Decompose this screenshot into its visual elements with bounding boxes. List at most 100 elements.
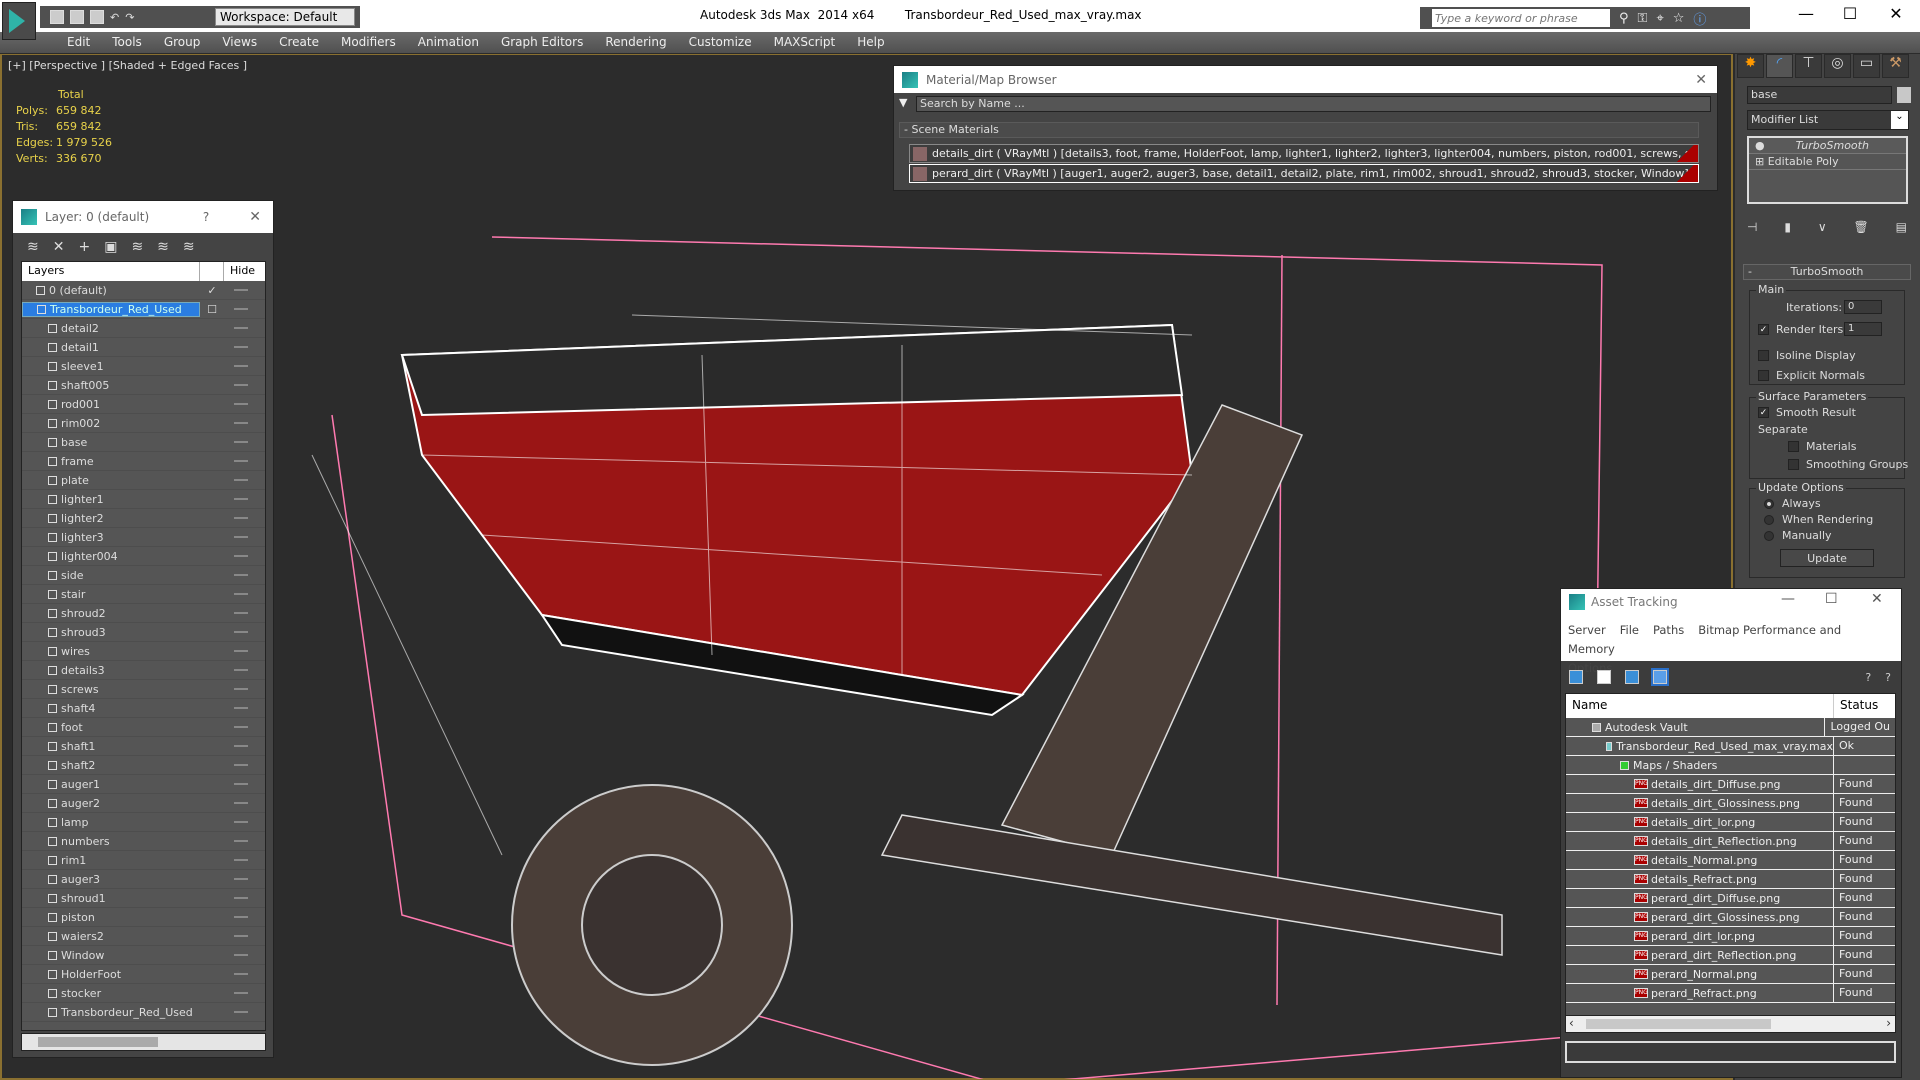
menu-rendering[interactable]: Rendering — [594, 32, 677, 53]
layer-row[interactable]: lighter2 — [22, 509, 265, 528]
modifier-list-dropdown[interactable]: Modifier List ⌄ — [1747, 110, 1909, 130]
hide-toggle[interactable] — [234, 612, 248, 614]
menu-graph-editors[interactable]: Graph Editors — [490, 32, 594, 53]
list-view-icon[interactable] — [1597, 670, 1611, 684]
hide-toggle[interactable] — [234, 878, 248, 880]
hide-toggle[interactable] — [234, 764, 248, 766]
menu-group[interactable]: Group — [153, 32, 212, 53]
menu-customize[interactable]: Customize — [678, 32, 763, 53]
layer-row[interactable]: stocker — [22, 984, 265, 1003]
hide-toggle[interactable] — [234, 498, 248, 500]
create-tab-icon[interactable]: ✸ — [1737, 54, 1764, 78]
key-icon[interactable]: ⚿ — [1638, 11, 1648, 26]
iterations-spinner[interactable]: 0 — [1844, 300, 1882, 314]
object-color-swatch[interactable] — [1897, 87, 1911, 103]
close-icon[interactable]: ✕ — [1695, 72, 1707, 88]
layer-row[interactable]: shaft005 — [22, 376, 265, 395]
isoline-display-checkbox[interactable]: Isoline Display — [1758, 349, 1856, 362]
asset-menu-bitmap[interactable]: Bitmap Performance and Memory — [1568, 623, 1841, 656]
make-unique-icon[interactable]: ∨ — [1818, 220, 1827, 234]
asset-row[interactable]: Transbordeur_Red_Used_max_vray.max Ok — [1566, 737, 1895, 756]
hide-toggle[interactable] — [234, 365, 248, 367]
explicit-normals-checkbox[interactable]: Explicit Normals — [1758, 369, 1865, 382]
maximize-button[interactable]: ☐ — [1830, 4, 1870, 23]
layer-row[interactable]: lighter004 — [22, 547, 265, 566]
smoothing-groups-checkbox[interactable]: Smoothing Groups — [1788, 458, 1908, 471]
hide-toggle[interactable] — [234, 593, 248, 595]
layer-row[interactable]: sleeve1 — [22, 357, 265, 376]
layer-row[interactable]: details3 — [22, 661, 265, 680]
pin-stack-icon[interactable]: ⊣ — [1747, 220, 1757, 234]
menu-animation[interactable]: Animation — [407, 32, 490, 53]
when-rendering-radio[interactable]: When Rendering — [1764, 513, 1873, 526]
close-button[interactable]: ✕ — [1871, 591, 1883, 607]
layer-row[interactable]: shroud1 — [22, 889, 265, 908]
configure-sets-icon[interactable]: ▤ — [1896, 220, 1907, 234]
layer-row[interactable]: shaft1 — [22, 737, 265, 756]
hide-toggle[interactable] — [234, 631, 248, 633]
hide-toggle[interactable] — [234, 935, 248, 937]
layer-row[interactable]: side — [22, 566, 265, 585]
close-icon[interactable]: ✕ — [249, 209, 261, 225]
layer-row[interactable]: auger1 — [22, 775, 265, 794]
asset-row[interactable]: PNG details_dirt_Reflection.png Found — [1566, 832, 1895, 851]
layer-row[interactable]: Transbordeur_Red_Used — [22, 1003, 265, 1022]
remove-modifier-icon[interactable]: 🗑 — [1854, 220, 1869, 234]
hide-toggle[interactable] — [234, 650, 248, 652]
thumbnail-view-icon[interactable] — [1625, 670, 1639, 684]
layer-row[interactable]: piston — [22, 908, 265, 927]
layer-row[interactable]: lighter1 — [22, 490, 265, 509]
hide-toggle[interactable] — [234, 574, 248, 576]
stack-item-turbosmooth[interactable]: ● TurboSmooth — [1749, 138, 1906, 154]
menu-edit[interactable]: Edit — [56, 32, 101, 53]
asset-menu-file[interactable]: File — [1620, 623, 1639, 637]
expand-icon[interactable]: ⊞ — [1755, 155, 1768, 168]
layer-row[interactable]: Transbordeur_Red_Used ☐ — [22, 300, 265, 319]
hide-toggle[interactable] — [234, 289, 248, 291]
current-layer-toggle[interactable]: ☐ — [200, 303, 224, 316]
new-file-icon[interactable] — [50, 10, 64, 24]
undo-icon[interactable]: ↶ — [110, 11, 119, 24]
layer-row[interactable]: screws — [22, 680, 265, 699]
redo-icon[interactable]: ↷ — [125, 11, 134, 24]
hide-toggle[interactable] — [234, 745, 248, 747]
hide-toggle[interactable] — [234, 384, 248, 386]
hide-toggle[interactable] — [234, 555, 248, 557]
hide-toggle[interactable] — [234, 403, 248, 405]
hide-toggle[interactable] — [234, 346, 248, 348]
lightbulb-icon[interactable]: ● — [1755, 139, 1765, 152]
hide-toggle[interactable] — [234, 688, 248, 690]
hide-toggle[interactable] — [234, 954, 248, 956]
asset-menu-server[interactable]: Server — [1568, 623, 1606, 637]
rollout-header[interactable]: - TurboSmooth — [1743, 264, 1911, 280]
display-tab-icon[interactable]: ▭ — [1853, 54, 1880, 78]
hide-toggle[interactable] — [234, 897, 248, 899]
asset-row[interactable]: PNG perard_dirt_Reflection.png Found — [1566, 946, 1895, 965]
current-layer-toggle[interactable]: ✓ — [200, 284, 224, 297]
layer-row[interactable]: detail1 — [22, 338, 265, 357]
hide-toggle[interactable] — [234, 916, 248, 918]
render-iters-spinner[interactable]: 1 — [1844, 322, 1882, 336]
save-icon[interactable] — [90, 10, 104, 24]
layer-row[interactable]: plate — [22, 471, 265, 490]
col-status[interactable]: Status — [1834, 694, 1884, 718]
hide-toggle[interactable] — [234, 422, 248, 424]
asset-row[interactable]: PNG details_dirt_Glossiness.png Found — [1566, 794, 1895, 813]
hide-toggle[interactable] — [234, 973, 248, 975]
select-objects-icon[interactable]: ▣ — [104, 239, 117, 255]
smooth-result-checkbox[interactable]: ✓ Smooth Result — [1758, 406, 1856, 419]
render-iters-checkbox[interactable]: ✓ Render Iters: — [1758, 323, 1847, 336]
asset-row[interactable]: PNG perard_dirt_lor.png Found — [1566, 927, 1895, 946]
layer-row[interactable]: detail2 — [22, 319, 265, 338]
col-layers[interactable]: Layers — [22, 262, 200, 281]
asset-row[interactable]: Maps / Shaders — [1566, 756, 1895, 775]
hide-all-icon[interactable]: ≋ — [157, 239, 169, 255]
hide-toggle[interactable] — [234, 821, 248, 823]
asset-menu-paths[interactable]: Paths — [1653, 623, 1684, 637]
layer-row[interactable]: Window — [22, 946, 265, 965]
hide-toggle[interactable] — [234, 726, 248, 728]
col-hide[interactable]: Hide — [224, 262, 261, 281]
layer-row[interactable]: base — [22, 433, 265, 452]
show-end-result-icon[interactable]: ▮ — [1784, 220, 1791, 234]
hide-toggle[interactable] — [234, 783, 248, 785]
